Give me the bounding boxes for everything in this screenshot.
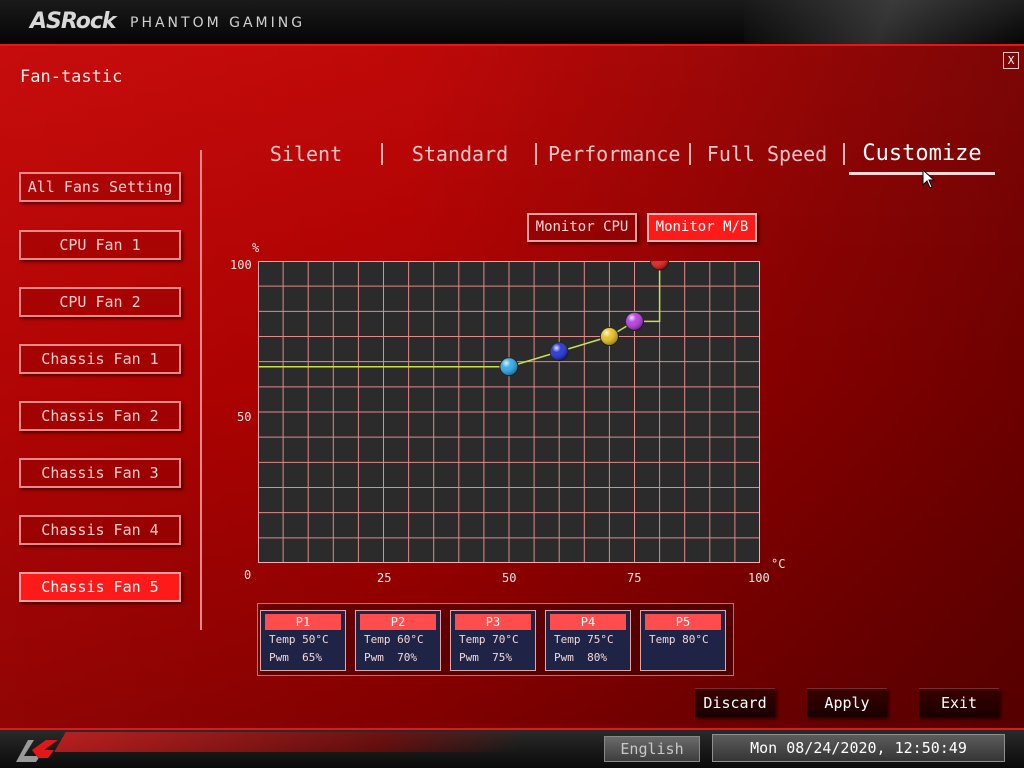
point-name: P3 [455,614,531,630]
point-name: P5 [645,614,721,630]
curve-point-shine [600,327,619,346]
curve-point-shine [550,342,569,361]
point-name: P1 [265,614,341,630]
tab-separator [535,143,537,165]
x-tick-label: 75 [627,571,642,585]
curve-point-p4[interactable] [625,311,644,331]
tab-full-speed[interactable]: Full Speed [704,140,830,168]
point-pwm: Pwm 70% [364,651,417,664]
tab-standard[interactable]: Standard [400,140,520,168]
point-table: P1 Temp 50°C Pwm 65% P2 Temp 60°C Pwm 70… [257,603,734,676]
x-tick-label: 100 [748,571,770,585]
curve-point-p3[interactable] [599,327,619,346]
apply-button[interactable]: Apply [807,688,887,717]
fan-chassis-fan-5[interactable]: Chassis Fan 5 [19,572,181,602]
brand-subtitle: PHANTOM GAMING [130,15,306,31]
footer-stripe [54,732,526,752]
tab-silent[interactable]: Silent [258,140,354,168]
point-temp: Temp 80°C [649,633,709,646]
graph-grid [258,261,760,563]
y-tick-label: 50 [237,410,252,424]
sidebar-divider [200,150,202,630]
monitor-mb-button[interactable]: Monitor M/B [647,213,757,242]
curve-point-p1[interactable] [499,357,519,377]
close-button[interactable]: X [1003,52,1019,69]
tab-performance[interactable]: Performance [548,140,680,168]
tab-separator [381,143,383,165]
fan-chassis-fan-4[interactable]: Chassis Fan 4 [19,515,181,545]
fan-chassis-fan-1[interactable]: Chassis Fan 1 [19,344,181,374]
discard-button[interactable]: Discard [695,688,775,717]
point-card-p5: P5 Temp 80°C [640,610,726,671]
point-card-p4: P4 Temp 75°C Pwm 80% [545,610,631,671]
x-tick-label: 25 [377,571,392,585]
point-card-p3: P3 Temp 70°C Pwm 75% [450,610,536,671]
exit-button[interactable]: Exit [919,688,999,717]
x-tick-label: 50 [502,571,517,585]
curve-point-shine [500,357,518,376]
fan-chassis-fan-3[interactable]: Chassis Fan 3 [19,458,181,488]
fan-curve-svg[interactable] [258,251,760,563]
point-temp: Temp 75°C [554,633,614,646]
y-tick-label: 100 [230,258,252,272]
point-pwm: Pwm 65% [269,651,322,664]
fan-curve-graph[interactable] [258,251,760,563]
tab-separator [689,143,691,165]
point-temp: Temp 60°C [364,633,424,646]
fan-all-fans-setting[interactable]: All Fans Setting [19,172,181,202]
mouse-pointer-icon [922,169,936,189]
point-name: P2 [360,614,436,630]
point-temp: Temp 70°C [459,633,519,646]
monitor-cpu-button[interactable]: Monitor CPU [527,213,637,242]
y-tick-label: 0 [244,568,252,582]
point-pwm: Pwm 80% [554,651,607,664]
fan-cpu-fan-2[interactable]: CPU Fan 2 [19,287,181,317]
point-temp: Temp 50°C [269,633,329,646]
tab-separator [843,143,845,165]
point-pwm: Pwm 75% [459,651,512,664]
brand-logo: ASRock [30,9,117,34]
curve-point-shine [625,312,644,331]
close-icon: X [1007,54,1015,67]
point-card-p2: P2 Temp 60°C Pwm 70% [355,610,441,671]
point-name: P4 [550,614,626,630]
bios-screen: ASRock PHANTOM GAMING Fan-tastic X All F… [0,0,1024,768]
language-button[interactable]: English [604,736,700,762]
fan-chassis-fan-2[interactable]: Chassis Fan 2 [19,401,181,431]
tab-customize[interactable]: Customize [852,140,992,168]
curve-point-p2[interactable] [549,342,569,362]
fan-cpu-fan-1[interactable]: CPU Fan 1 [19,230,181,260]
phantom-gaming-logo-icon [16,740,58,762]
header-bar: ASRock PHANTOM GAMING [0,0,1024,46]
point-card-p1: P1 Temp 50°C Pwm 65% [260,610,346,671]
x-axis-unit: °C [771,557,786,571]
y-axis-unit: % [252,241,260,255]
datetime-display: Mon 08/24/2020, 12:50:49 [712,734,1005,762]
page-title: Fan-tastic [20,67,123,87]
